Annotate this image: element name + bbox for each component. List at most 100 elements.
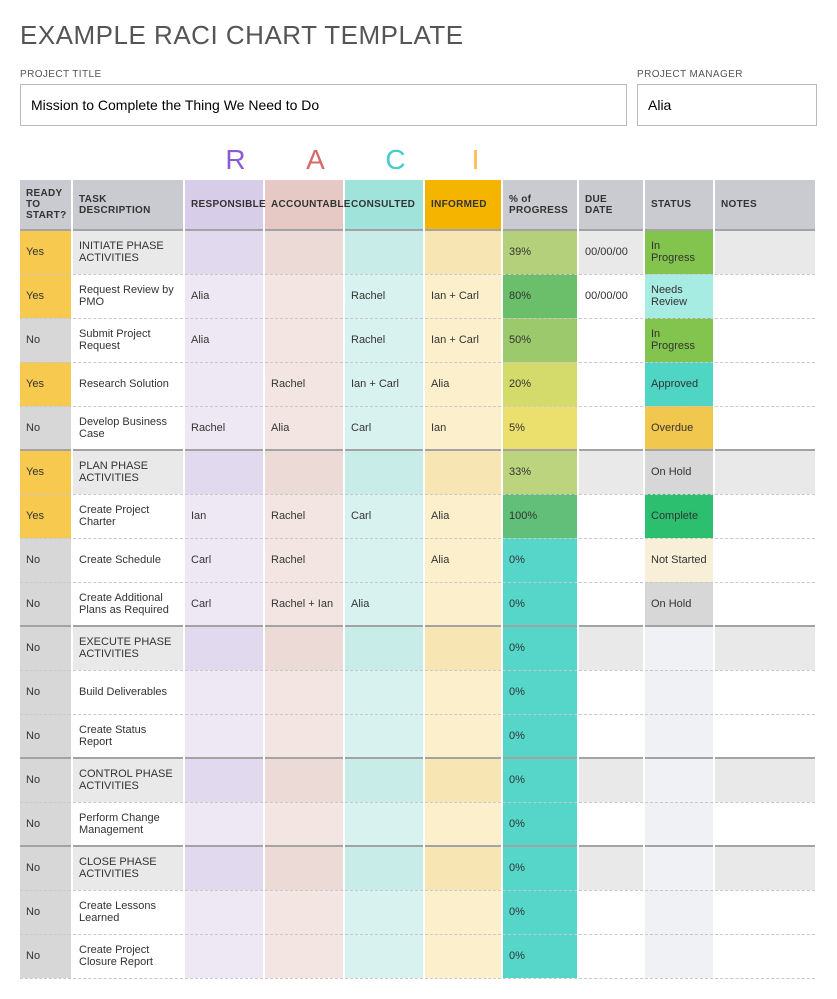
accountable-cell[interactable]: Rachel	[264, 362, 344, 406]
status-cell[interactable]: Approved	[644, 362, 714, 406]
progress-cell[interactable]: 5%	[502, 406, 578, 450]
due-cell[interactable]	[578, 406, 644, 450]
responsible-cell[interactable]	[184, 890, 264, 934]
task-cell[interactable]: Create Lessons Learned	[72, 890, 184, 934]
consulted-cell[interactable]	[344, 626, 424, 670]
ready-cell[interactable]: No	[20, 582, 72, 626]
notes-cell[interactable]	[714, 890, 816, 934]
project-manager-input[interactable]	[637, 84, 817, 126]
informed-cell[interactable]	[424, 230, 502, 274]
status-cell[interactable]: In Progress	[644, 318, 714, 362]
accountable-cell[interactable]	[264, 450, 344, 494]
consulted-cell[interactable]: Alia	[344, 582, 424, 626]
consulted-cell[interactable]	[344, 846, 424, 890]
accountable-cell[interactable]	[264, 802, 344, 846]
consulted-cell[interactable]	[344, 670, 424, 714]
progress-cell[interactable]: 0%	[502, 758, 578, 802]
progress-cell[interactable]: 0%	[502, 582, 578, 626]
notes-cell[interactable]	[714, 934, 816, 978]
task-cell[interactable]: Perform Change Management	[72, 802, 184, 846]
ready-cell[interactable]: No	[20, 890, 72, 934]
ready-cell[interactable]: No	[20, 802, 72, 846]
consulted-cell[interactable]	[344, 802, 424, 846]
accountable-cell[interactable]: Rachel	[264, 494, 344, 538]
due-cell[interactable]	[578, 494, 644, 538]
accountable-cell[interactable]	[264, 626, 344, 670]
task-cell[interactable]: Create Status Report	[72, 714, 184, 758]
status-cell[interactable]: Complete	[644, 494, 714, 538]
ready-cell[interactable]: No	[20, 670, 72, 714]
notes-cell[interactable]	[714, 758, 816, 802]
status-cell[interactable]	[644, 890, 714, 934]
notes-cell[interactable]	[714, 274, 816, 318]
accountable-cell[interactable]	[264, 758, 344, 802]
informed-cell[interactable]	[424, 450, 502, 494]
accountable-cell[interactable]: Rachel	[264, 538, 344, 582]
progress-cell[interactable]: 0%	[502, 890, 578, 934]
consulted-cell[interactable]: Carl	[344, 406, 424, 450]
due-cell[interactable]	[578, 582, 644, 626]
status-cell[interactable]	[644, 670, 714, 714]
accountable-cell[interactable]	[264, 846, 344, 890]
progress-cell[interactable]: 0%	[502, 934, 578, 978]
due-cell[interactable]	[578, 318, 644, 362]
notes-cell[interactable]	[714, 714, 816, 758]
progress-cell[interactable]: 0%	[502, 538, 578, 582]
due-cell[interactable]	[578, 890, 644, 934]
status-cell[interactable]	[644, 846, 714, 890]
consulted-cell[interactable]	[344, 450, 424, 494]
progress-cell[interactable]: 100%	[502, 494, 578, 538]
notes-cell[interactable]	[714, 494, 816, 538]
consulted-cell[interactable]	[344, 758, 424, 802]
responsible-cell[interactable]: Ian	[184, 494, 264, 538]
progress-cell[interactable]: 80%	[502, 274, 578, 318]
notes-cell[interactable]	[714, 318, 816, 362]
accountable-cell[interactable]: Rachel + Ian	[264, 582, 344, 626]
responsible-cell[interactable]	[184, 802, 264, 846]
progress-cell[interactable]: 20%	[502, 362, 578, 406]
responsible-cell[interactable]	[184, 626, 264, 670]
responsible-cell[interactable]: Carl	[184, 538, 264, 582]
informed-cell[interactable]	[424, 626, 502, 670]
due-cell[interactable]	[578, 538, 644, 582]
status-cell[interactable]	[644, 802, 714, 846]
status-cell[interactable]	[644, 758, 714, 802]
task-cell[interactable]: Create Schedule	[72, 538, 184, 582]
status-cell[interactable]	[644, 626, 714, 670]
consulted-cell[interactable]: Carl	[344, 494, 424, 538]
responsible-cell[interactable]	[184, 362, 264, 406]
responsible-cell[interactable]	[184, 846, 264, 890]
notes-cell[interactable]	[714, 538, 816, 582]
responsible-cell[interactable]	[184, 758, 264, 802]
accountable-cell[interactable]: Alia	[264, 406, 344, 450]
responsible-cell[interactable]	[184, 714, 264, 758]
status-cell[interactable]	[644, 934, 714, 978]
informed-cell[interactable]	[424, 670, 502, 714]
progress-cell[interactable]: 0%	[502, 626, 578, 670]
progress-cell[interactable]: 0%	[502, 714, 578, 758]
accountable-cell[interactable]	[264, 714, 344, 758]
responsible-cell[interactable]: Rachel	[184, 406, 264, 450]
progress-cell[interactable]: 33%	[502, 450, 578, 494]
responsible-cell[interactable]: Alia	[184, 274, 264, 318]
task-cell[interactable]: Develop Business Case	[72, 406, 184, 450]
responsible-cell[interactable]	[184, 230, 264, 274]
task-cell[interactable]: Build Deliverables	[72, 670, 184, 714]
notes-cell[interactable]	[714, 450, 816, 494]
task-cell[interactable]: Create Project Charter	[72, 494, 184, 538]
informed-cell[interactable]: Ian + Carl	[424, 274, 502, 318]
responsible-cell[interactable]	[184, 934, 264, 978]
ready-cell[interactable]: No	[20, 714, 72, 758]
due-cell[interactable]	[578, 450, 644, 494]
informed-cell[interactable]	[424, 582, 502, 626]
ready-cell[interactable]: Yes	[20, 230, 72, 274]
task-cell[interactable]: Request Review by PMO	[72, 274, 184, 318]
task-cell[interactable]: Create Project Closure Report	[72, 934, 184, 978]
accountable-cell[interactable]	[264, 890, 344, 934]
task-cell[interactable]: Research Solution	[72, 362, 184, 406]
status-cell[interactable]: Needs Review	[644, 274, 714, 318]
status-cell[interactable]: On Hold	[644, 582, 714, 626]
ready-cell[interactable]: No	[20, 318, 72, 362]
consulted-cell[interactable]	[344, 934, 424, 978]
informed-cell[interactable]: Ian + Carl	[424, 318, 502, 362]
